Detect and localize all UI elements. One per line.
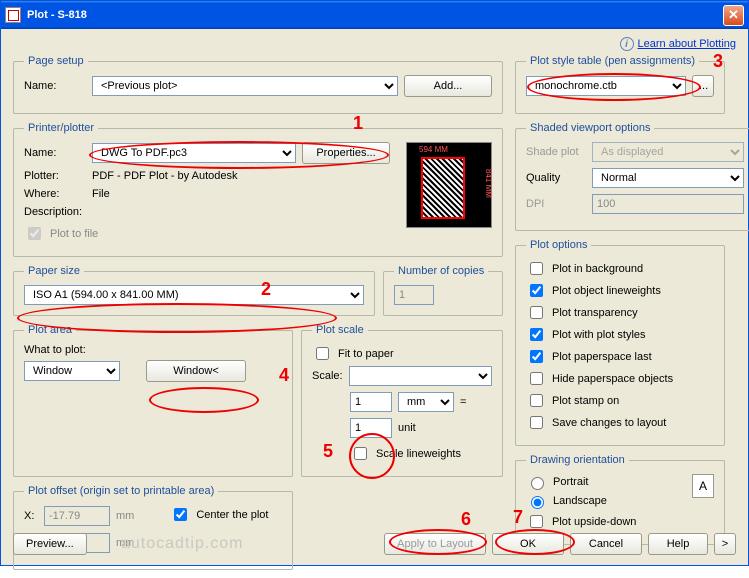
page-setup-name-select[interactable]: <Previous plot> [92,76,398,96]
ps-checkbox[interactable] [530,328,543,341]
preview-sheet [421,157,465,219]
quality-label: Quality [526,172,586,184]
portrait-radio[interactable] [531,477,544,490]
scale-lineweights-label: Scale lineweights [376,448,461,460]
apply-layout-button: Apply to Layout [384,533,486,555]
scale-unit1-select[interactable]: mm [398,392,454,412]
preview-button[interactable]: Preview... [13,533,87,555]
what-to-plot-select[interactable]: Window [24,361,120,381]
plot-to-file-label: Plot to file [50,228,98,240]
plot-style-select[interactable]: monochrome.ctb [526,76,686,96]
ok-button[interactable]: OK [492,533,564,555]
expand-button[interactable]: > [714,533,736,555]
scale-lineweights-checkbox[interactable] [354,447,367,460]
close-button[interactable]: ✕ [723,5,744,26]
paper-preview: 594 MM 841 MM [406,142,492,228]
copies-legend: Number of copies [394,265,488,277]
page-setup-group: Page setup Name: <Previous plot> Add... [13,55,503,114]
center-plot-checkbox[interactable] [174,508,187,521]
app-icon [5,7,21,23]
plotter-value: PDF - PDF Plot - by Autodesk [92,170,238,182]
properties-button[interactable]: Properties... [302,142,390,164]
window-title: Plot - S-818 [27,9,87,21]
copies-group: Number of copies [383,265,503,316]
printer-group: Printer/plotter Name: DWG To PDF.pc3 Pro… [13,122,503,257]
lw-checkbox[interactable] [530,284,543,297]
shade-plot-label: Shade plot [526,146,586,158]
scale-select[interactable] [349,366,492,386]
orientation-icon: A [692,474,714,498]
quality-select[interactable]: Normal [592,168,744,188]
plot-options-legend: Plot options [526,239,591,251]
cancel-button[interactable]: Cancel [570,533,642,555]
plot-options-group: Plot options Plot in background Plot obj… [515,239,725,446]
plot-style-legend: Plot style table (pen assignments) [526,55,699,67]
desc-label: Description: [24,206,86,218]
x-label: X: [24,510,38,522]
plot-to-file-checkbox [28,227,41,240]
plot-area-group: Plot area What to plot: Window Window< [13,324,293,477]
plot-style-edit-button[interactable]: ... [692,75,714,97]
scale-label: Scale: [312,370,343,382]
preview-dim-top: 594 MM [419,145,448,154]
printer-name-select[interactable]: DWG To PDF.pc3 [92,143,296,163]
x-unit: mm [116,510,134,522]
what-to-plot-label: What to plot: [24,344,282,356]
plot-offset-legend: Plot offset (origin set to printable are… [24,485,218,497]
scale-unit2-label: unit [398,422,454,434]
shaded-legend: Shaded viewport options [526,122,654,134]
scale-num2-input[interactable] [350,418,392,438]
bg-checkbox[interactable] [530,262,543,275]
learn-link[interactable]: Learn about Plotting [638,38,736,50]
copies-input [394,285,434,305]
add-button[interactable]: Add... [404,75,492,97]
preview-dim-side: 841 MM [484,169,493,198]
paper-size-select[interactable]: ISO A1 (594.00 x 841.00 MM) [24,285,364,305]
pl-checkbox[interactable] [530,350,543,363]
printer-name-label: Name: [24,147,86,159]
where-label: Where: [24,188,86,200]
info-icon: i [620,37,634,51]
paper-size-group: Paper size ISO A1 (594.00 x 841.00 MM) [13,265,375,316]
st-checkbox[interactable] [530,394,543,407]
dpi-input [592,194,744,214]
center-plot-label: Center the plot [196,509,268,521]
plot-area-legend: Plot area [24,324,76,336]
sc-checkbox[interactable] [530,416,543,429]
tr-checkbox[interactable] [530,306,543,319]
plot-dialog: Plot - S-818 ✕ i Learn about Plotting Pa… [0,0,749,566]
fit-to-paper-checkbox[interactable] [316,347,329,360]
plotter-label: Plotter: [24,170,86,182]
hp-checkbox[interactable] [530,372,543,385]
titlebar: Plot - S-818 ✕ [1,1,748,29]
paper-size-legend: Paper size [24,265,84,277]
plot-style-group: Plot style table (pen assignments) monoc… [515,55,725,114]
equals-label: = [460,396,466,408]
shaded-viewport-group: Shaded viewport options Shade plot As dis… [515,122,749,231]
orientation-group: Drawing orientation Portrait Landscape P… [515,454,725,545]
plot-offset-group: Plot offset (origin set to printable are… [13,485,293,570]
dpi-label: DPI [526,198,586,210]
fit-to-paper-label: Fit to paper [338,348,394,360]
plot-scale-group: Plot scale Fit to paper Scale: mm = unit [301,324,503,477]
printer-legend: Printer/plotter [24,122,98,134]
shade-plot-select: As displayed [592,142,744,162]
where-value: File [92,188,110,200]
landscape-radio[interactable] [531,496,544,509]
plot-scale-legend: Plot scale [312,324,368,336]
upside-checkbox[interactable] [530,515,543,528]
page-setup-name-label: Name: [24,80,86,92]
x-input [44,506,110,526]
orientation-legend: Drawing orientation [526,454,629,466]
page-setup-legend: Page setup [24,55,88,67]
scale-num1-input[interactable] [350,392,392,412]
help-button[interactable]: Help [648,533,708,555]
window-button[interactable]: Window< [146,360,246,382]
